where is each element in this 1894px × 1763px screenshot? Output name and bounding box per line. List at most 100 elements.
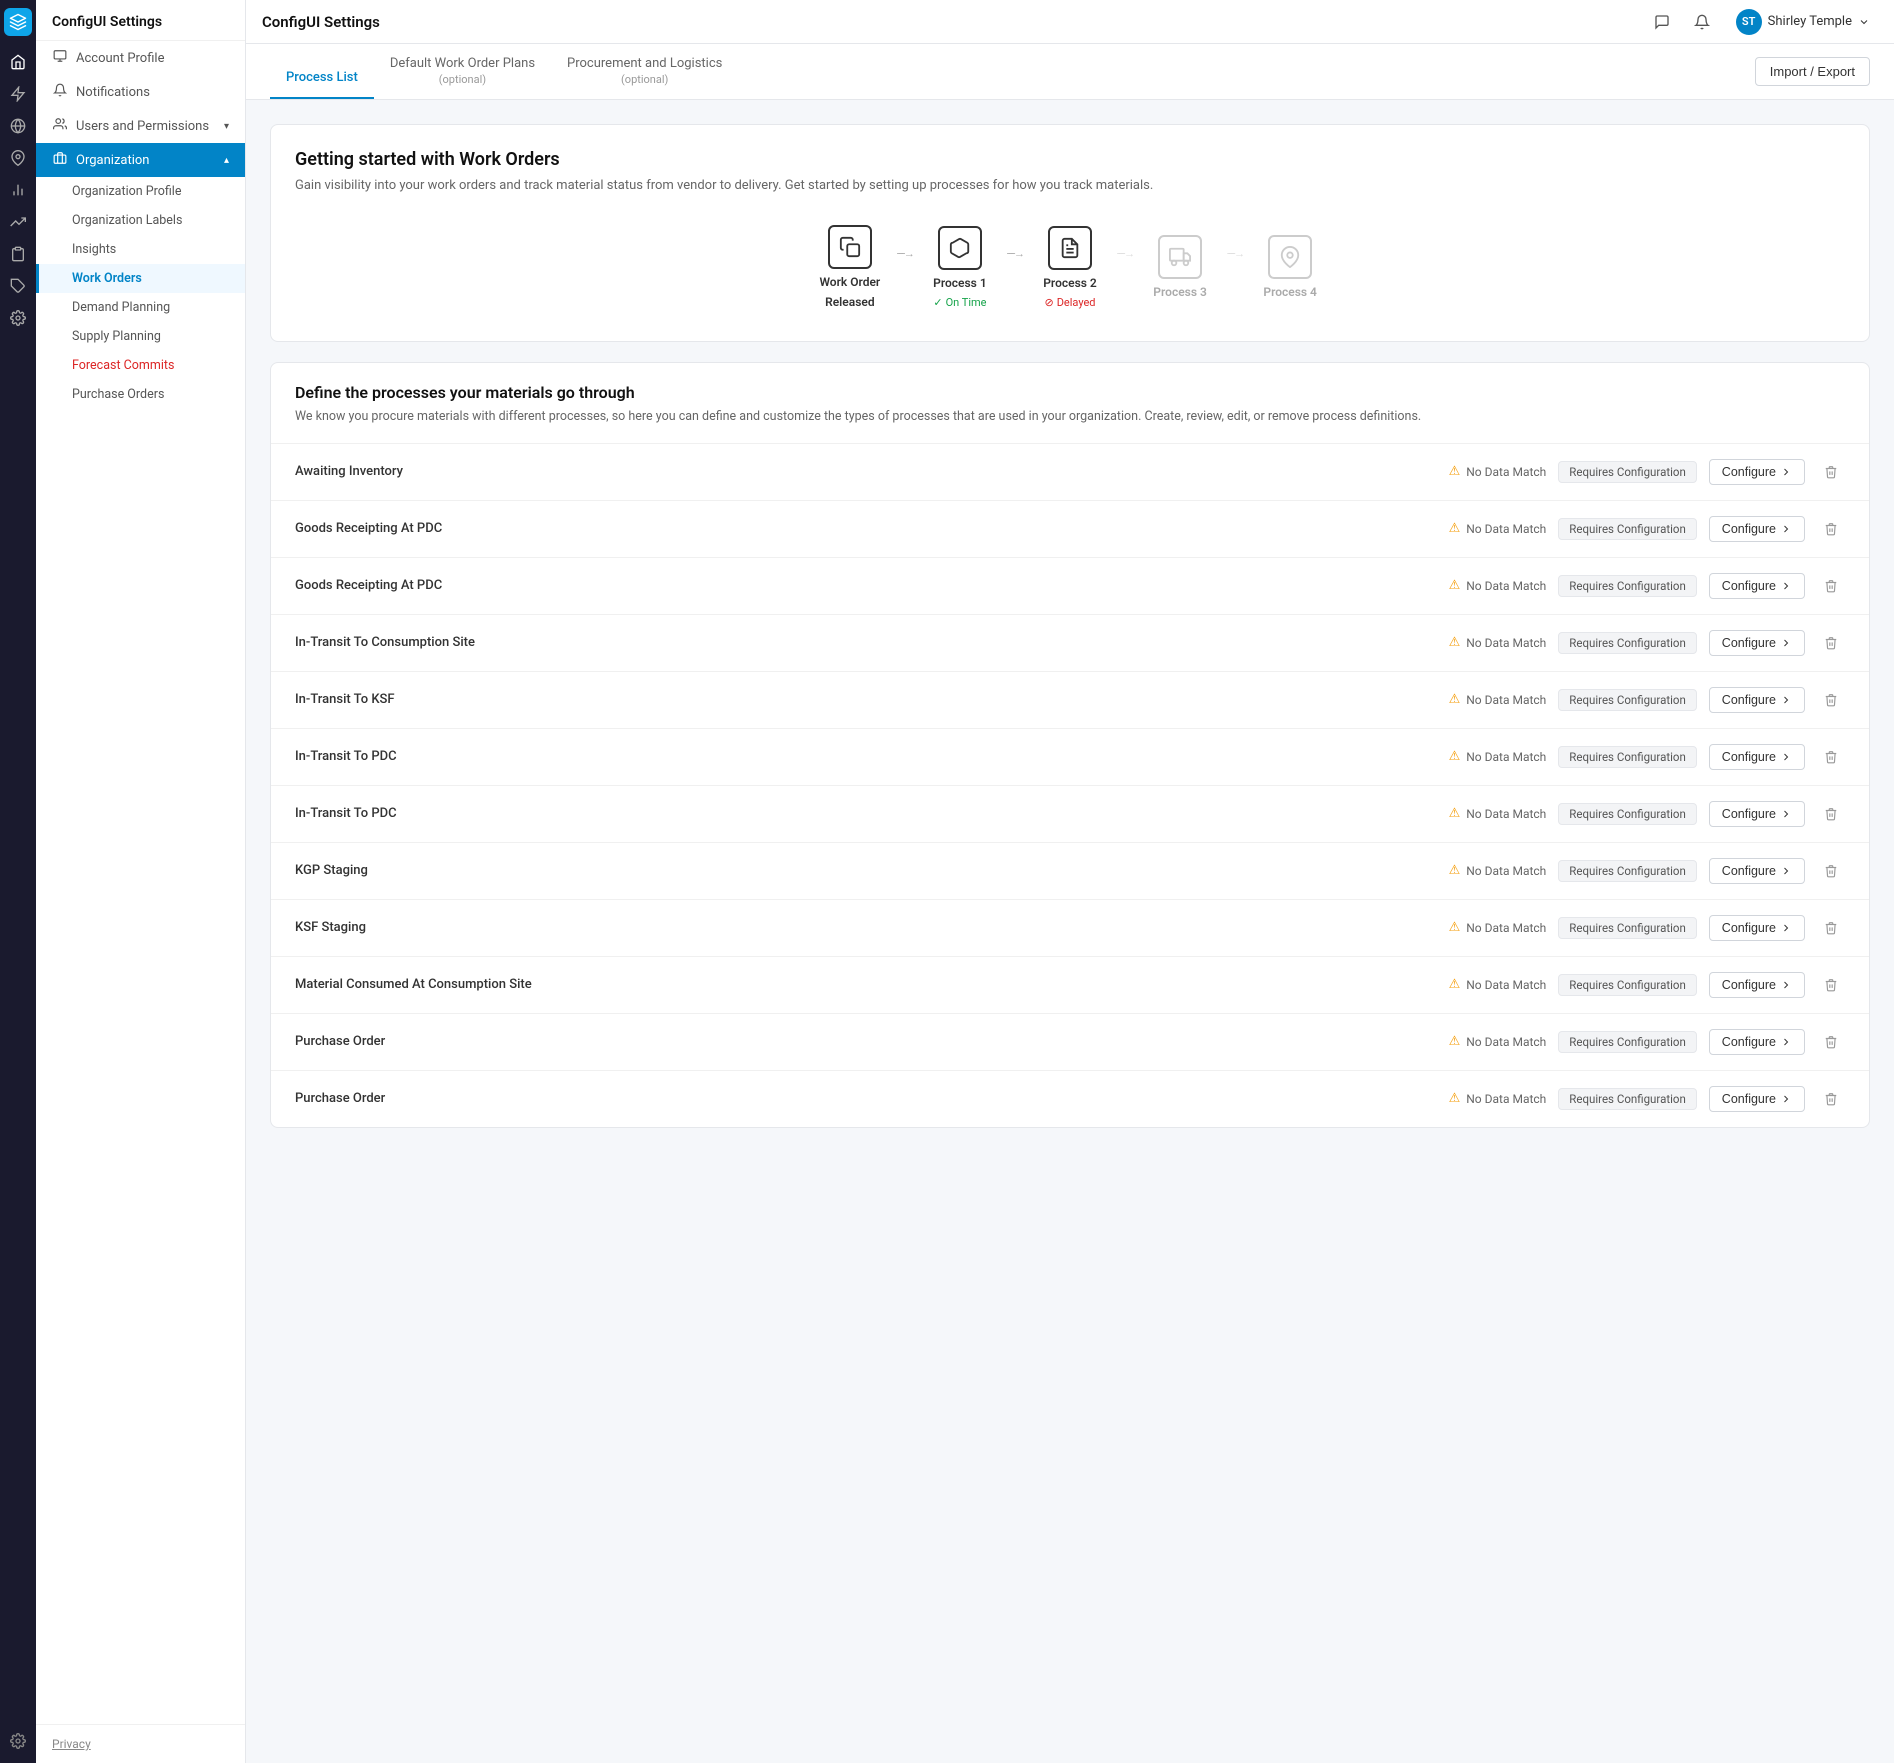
- sidebar-item-notifications[interactable]: Notifications: [36, 75, 245, 109]
- process-2-status-text: Delayed: [1057, 296, 1096, 309]
- process-step-work-order: Work Order Released: [805, 225, 895, 309]
- requires-config-badge-5: Requires Configuration: [1558, 746, 1697, 768]
- no-data-text-5: No Data Match: [1466, 750, 1546, 764]
- rail-tag-icon[interactable]: [4, 272, 32, 300]
- content-area: Process List Default Work Order Plans (o…: [246, 44, 1894, 1763]
- rail-globe-icon[interactable]: [4, 112, 32, 140]
- delete-button-0[interactable]: [1817, 458, 1845, 486]
- tab-procurement[interactable]: Procurement and Logistics (optional): [551, 44, 738, 99]
- configure-chevron-9: [1780, 979, 1792, 991]
- import-export-label: Import / Export: [1770, 64, 1855, 79]
- requires-config-badge-1: Requires Configuration: [1558, 518, 1697, 540]
- configure-button-10[interactable]: Configure: [1709, 1029, 1805, 1055]
- sidebar-child-forecast-commits[interactable]: Forecast Commits: [36, 351, 245, 380]
- configure-button-4[interactable]: Configure: [1709, 687, 1805, 713]
- delete-button-5[interactable]: [1817, 743, 1845, 771]
- requires-config-badge-0: Requires Configuration: [1558, 461, 1697, 483]
- configure-button-9[interactable]: Configure: [1709, 972, 1805, 998]
- delete-button-11[interactable]: [1817, 1085, 1845, 1113]
- configure-button-1[interactable]: Configure: [1709, 516, 1805, 542]
- no-data-match-8: ⚠ No Data Match: [1449, 920, 1547, 935]
- no-data-text-11: No Data Match: [1466, 1092, 1546, 1106]
- getting-started-card: Getting started with Work Orders Gain vi…: [270, 124, 1870, 342]
- configure-button-11[interactable]: Configure: [1709, 1086, 1805, 1112]
- process-label-4: Process 4: [1263, 285, 1317, 299]
- delete-icon-6: [1824, 807, 1838, 821]
- process-item-name-6: In-Transit To PDC: [295, 806, 1437, 821]
- delete-button-2[interactable]: [1817, 572, 1845, 600]
- requires-config-badge-11: Requires Configuration: [1558, 1088, 1697, 1110]
- delete-icon-10: [1824, 1035, 1838, 1049]
- tabs-bar: Process List Default Work Order Plans (o…: [246, 44, 1894, 100]
- process-list-item: KGP Staging ⚠ No Data Match Requires Con…: [271, 843, 1869, 900]
- rail-settings-bottom-icon[interactable]: [4, 1727, 32, 1755]
- rail-trending-icon[interactable]: [4, 208, 32, 236]
- delete-button-1[interactable]: [1817, 515, 1845, 543]
- warning-icon-9: ⚠: [1449, 977, 1461, 992]
- rail-lightning-icon[interactable]: [4, 80, 32, 108]
- configure-label-6: Configure: [1722, 807, 1776, 821]
- sidebar-child-purchase-orders[interactable]: Purchase Orders: [36, 380, 245, 409]
- configure-button-3[interactable]: Configure: [1709, 630, 1805, 656]
- process-1-status-text: On Time: [946, 296, 987, 309]
- sidebar-child-supply-planning[interactable]: Supply Planning: [36, 322, 245, 351]
- configure-button-8[interactable]: Configure: [1709, 915, 1805, 941]
- sidebar-child-org-labels[interactable]: Organization Labels: [36, 206, 245, 235]
- bell-icon-button[interactable]: [1688, 8, 1716, 36]
- sidebar-item-account-profile[interactable]: Account Profile: [36, 41, 245, 75]
- delete-button-6[interactable]: [1817, 800, 1845, 828]
- sidebar-child-work-orders[interactable]: Work Orders: [36, 264, 245, 293]
- insights-label: Insights: [72, 242, 116, 257]
- app-logo[interactable]: [4, 8, 32, 36]
- users-chevron-icon: ▾: [224, 121, 229, 132]
- tab-default-work-order[interactable]: Default Work Order Plans (optional): [374, 44, 551, 99]
- forecast-commits-label: Forecast Commits: [72, 358, 174, 373]
- configure-button-7[interactable]: Configure: [1709, 858, 1805, 884]
- delete-button-7[interactable]: [1817, 857, 1845, 885]
- import-export-button[interactable]: Import / Export: [1755, 57, 1870, 86]
- no-data-text-8: No Data Match: [1466, 921, 1546, 935]
- chat-icon-button[interactable]: [1648, 8, 1676, 36]
- sidebar-child-org-profile[interactable]: Organization Profile: [36, 177, 245, 206]
- delete-button-10[interactable]: [1817, 1028, 1845, 1056]
- rail-settings-icon[interactable]: [4, 304, 32, 332]
- configure-chevron-6: [1780, 808, 1792, 820]
- rail-pin-icon[interactable]: [4, 144, 32, 172]
- delete-button-4[interactable]: [1817, 686, 1845, 714]
- sidebar-child-insights[interactable]: Insights: [36, 235, 245, 264]
- privacy-label[interactable]: Privacy: [52, 1737, 91, 1751]
- user-badge[interactable]: ST Shirley Temple: [1728, 5, 1878, 39]
- tab-default-work-order-label: Default Work Order Plans: [390, 56, 535, 71]
- rail-chart-icon[interactable]: [4, 176, 32, 204]
- requires-config-badge-3: Requires Configuration: [1558, 632, 1697, 654]
- delete-button-9[interactable]: [1817, 971, 1845, 999]
- sidebar-item-organization[interactable]: Organization ▴: [36, 143, 245, 177]
- rail-clipboard-icon[interactable]: [4, 240, 32, 268]
- configure-button-6[interactable]: Configure: [1709, 801, 1805, 827]
- tab-process-list[interactable]: Process List: [270, 58, 374, 99]
- delete-button-3[interactable]: [1817, 629, 1845, 657]
- process-list-item: Material Consumed At Consumption Site ⚠ …: [271, 957, 1869, 1014]
- configure-chevron-0: [1780, 466, 1792, 478]
- process-list-item: Purchase Order ⚠ No Data Match Requires …: [271, 1014, 1869, 1071]
- configure-button-5[interactable]: Configure: [1709, 744, 1805, 770]
- sidebar-child-demand-planning[interactable]: Demand Planning: [36, 293, 245, 322]
- define-section-description: We know you procure materials with diffe…: [295, 408, 1845, 427]
- organization-children: Organization Profile Organization Labels…: [36, 177, 245, 409]
- configure-button-0[interactable]: Configure: [1709, 459, 1805, 485]
- main-area: ConfigUI Settings ST Shirley Temple Proc…: [246, 0, 1894, 1763]
- process-1-status-icon: ✓: [933, 296, 942, 309]
- no-data-match-0: ⚠ No Data Match: [1449, 464, 1547, 479]
- process-list-item: In-Transit To PDC ⚠ No Data Match Requir…: [271, 729, 1869, 786]
- requires-config-badge-10: Requires Configuration: [1558, 1031, 1697, 1053]
- tab-procurement-optional: (optional): [567, 73, 722, 87]
- configure-button-2[interactable]: Configure: [1709, 573, 1805, 599]
- warning-icon-1: ⚠: [1449, 521, 1461, 536]
- sidebar-item-users-permissions[interactable]: Users and Permissions ▾: [36, 109, 245, 143]
- process-list-item: In-Transit To KSF ⚠ No Data Match Requir…: [271, 672, 1869, 729]
- delete-button-8[interactable]: [1817, 914, 1845, 942]
- rail-home-icon[interactable]: [4, 48, 32, 76]
- requires-config-badge-6: Requires Configuration: [1558, 803, 1697, 825]
- sidebar-footer: Privacy: [36, 1724, 245, 1763]
- configure-label-1: Configure: [1722, 522, 1776, 536]
